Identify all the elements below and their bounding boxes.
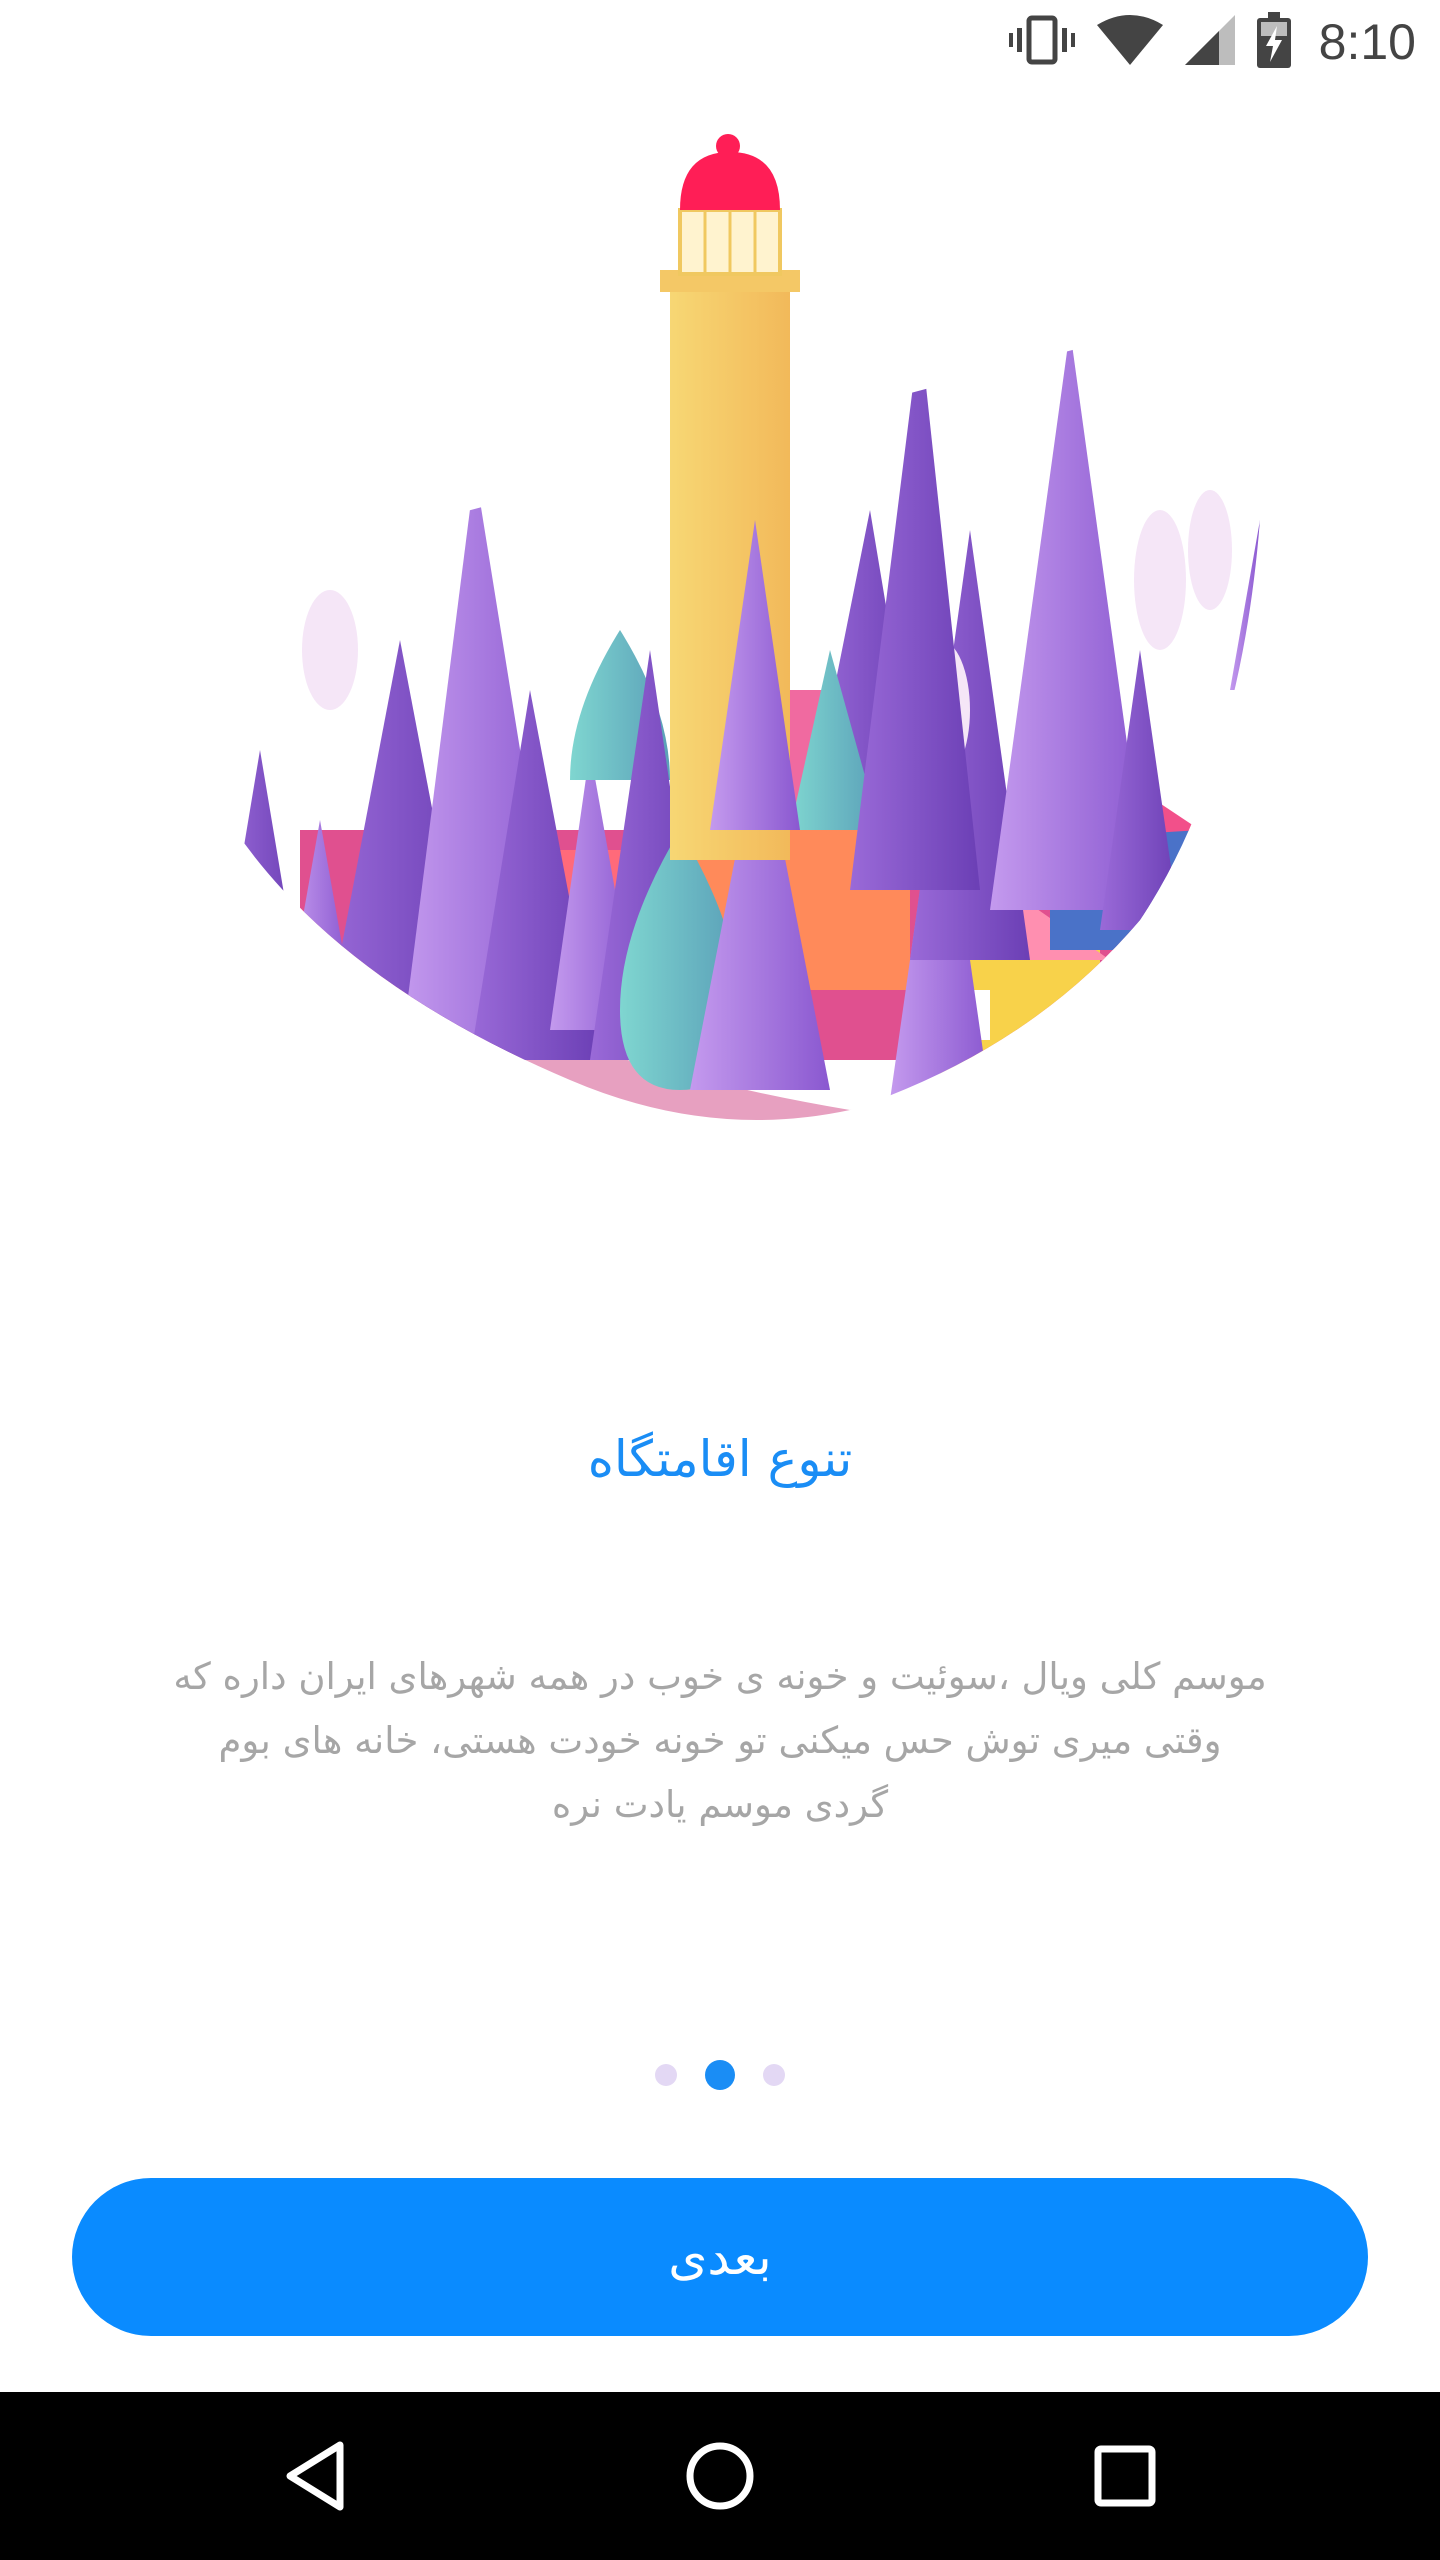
page-title: تنوع اقامتگاه — [587, 1430, 853, 1488]
page-dot[interactable] — [763, 2064, 785, 2086]
description-line: موسم کلی ویال ،سوئیت و خونه ی خوب در همه… — [173, 1655, 1267, 1698]
page-dot[interactable] — [655, 2064, 677, 2086]
status-bar: 8:10 — [0, 0, 1440, 84]
vibrate-icon — [1008, 14, 1075, 70]
battery-charging-icon — [1256, 12, 1291, 72]
clock: 8:10 — [1318, 14, 1416, 70]
next-button[interactable]: بعدی — [72, 2178, 1368, 2336]
back-icon[interactable] — [215, 2392, 415, 2560]
lighthouse-village-illustration — [150, 130, 1290, 1170]
cell-signal-icon — [1184, 15, 1235, 69]
description-line: وقتی میری توش حس میکنی تو خونه خودت هستی… — [218, 1719, 1222, 1762]
page-indicator — [0, 2060, 1440, 2090]
recents-icon[interactable] — [1025, 2392, 1225, 2560]
description: موسم کلی ویال ،سوئیت و خونه ی خوب در همه… — [140, 1645, 1300, 1837]
home-icon[interactable] — [620, 2392, 820, 2560]
status-icons: 8:10 — [1008, 0, 1416, 84]
navigation-bar — [0, 2392, 1440, 2560]
next-button-label: بعدی — [668, 2228, 772, 2286]
page-dot-active[interactable] — [705, 2060, 735, 2090]
description-line: گردی موسم یادت نره — [551, 1783, 889, 1826]
wifi-icon — [1096, 15, 1163, 69]
